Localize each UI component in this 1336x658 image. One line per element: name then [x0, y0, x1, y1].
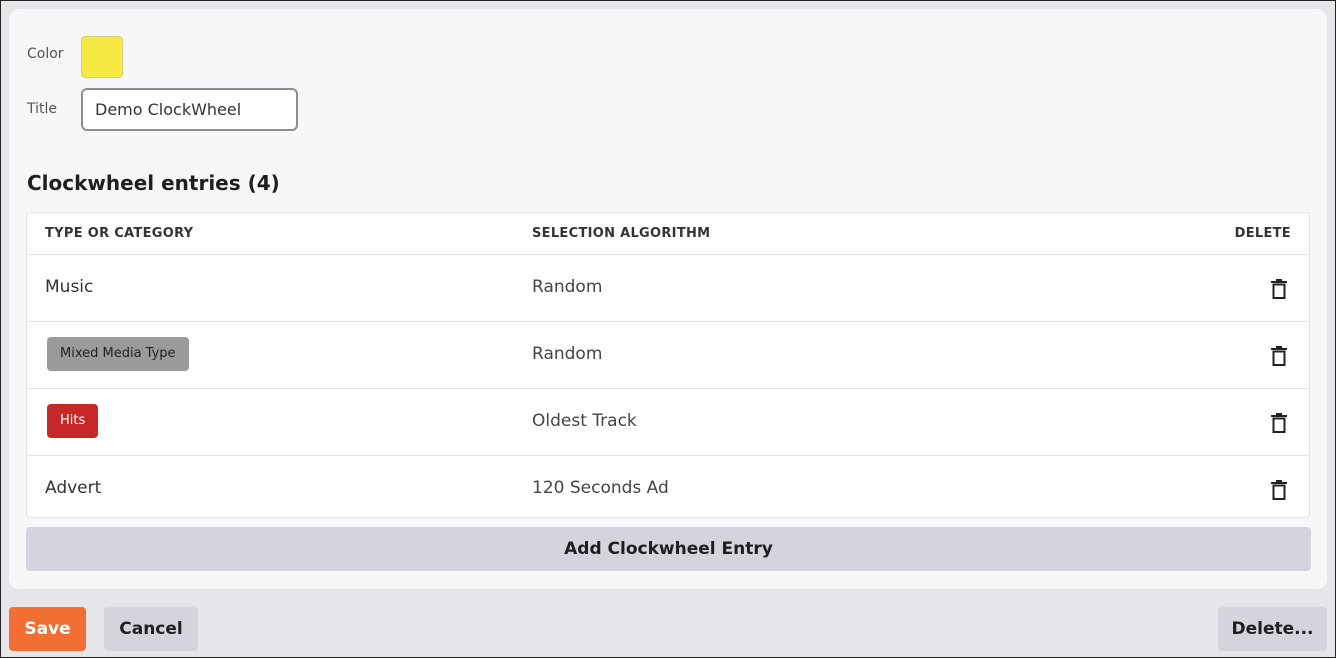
category-tag: Hits	[47, 404, 99, 438]
entry-algorithm: Random	[532, 344, 603, 364]
trash-icon[interactable]	[1271, 480, 1287, 500]
column-header-algorithm: SELECTION ALGORITHM	[532, 226, 711, 241]
trash-icon[interactable]	[1271, 413, 1287, 433]
color-label: Color	[27, 46, 64, 62]
entry-algorithm: Random	[532, 277, 603, 297]
entries-table: TYPE OR CATEGORY SELECTION ALGORITHM DEL…	[26, 212, 1310, 518]
table-row: Music Random	[27, 255, 1309, 322]
title-input[interactable]	[81, 88, 298, 131]
entry-type: Music	[45, 277, 94, 297]
add-entry-button[interactable]: Add Clockwheel Entry	[26, 527, 1311, 571]
table-row: Hits Oldest Track	[27, 389, 1309, 456]
color-swatch[interactable]	[81, 36, 123, 78]
trash-icon[interactable]	[1271, 346, 1287, 366]
table-header: TYPE OR CATEGORY SELECTION ALGORITHM DEL…	[27, 213, 1309, 255]
cancel-button[interactable]: Cancel	[104, 607, 198, 651]
entry-algorithm: 120 Seconds Ad	[532, 478, 669, 498]
delete-button[interactable]: Delete...	[1218, 607, 1327, 651]
title-label: Title	[27, 101, 58, 117]
save-button[interactable]: Save	[9, 607, 86, 651]
table-row: Advert 120 Seconds Ad	[27, 456, 1309, 521]
column-header-delete: DELETE	[1234, 226, 1291, 241]
trash-icon[interactable]	[1271, 279, 1287, 299]
clockwheel-form-panel: Color Title Clockwheel entries (4) TYPE …	[9, 9, 1327, 589]
category-tag: Mixed Media Type	[47, 337, 189, 371]
table-row: Mixed Media Type Random	[27, 322, 1309, 389]
column-header-type: TYPE OR CATEGORY	[45, 226, 194, 241]
entry-type: Advert	[45, 478, 102, 498]
entries-heading: Clockwheel entries (4)	[27, 171, 280, 195]
entry-algorithm: Oldest Track	[532, 411, 637, 431]
